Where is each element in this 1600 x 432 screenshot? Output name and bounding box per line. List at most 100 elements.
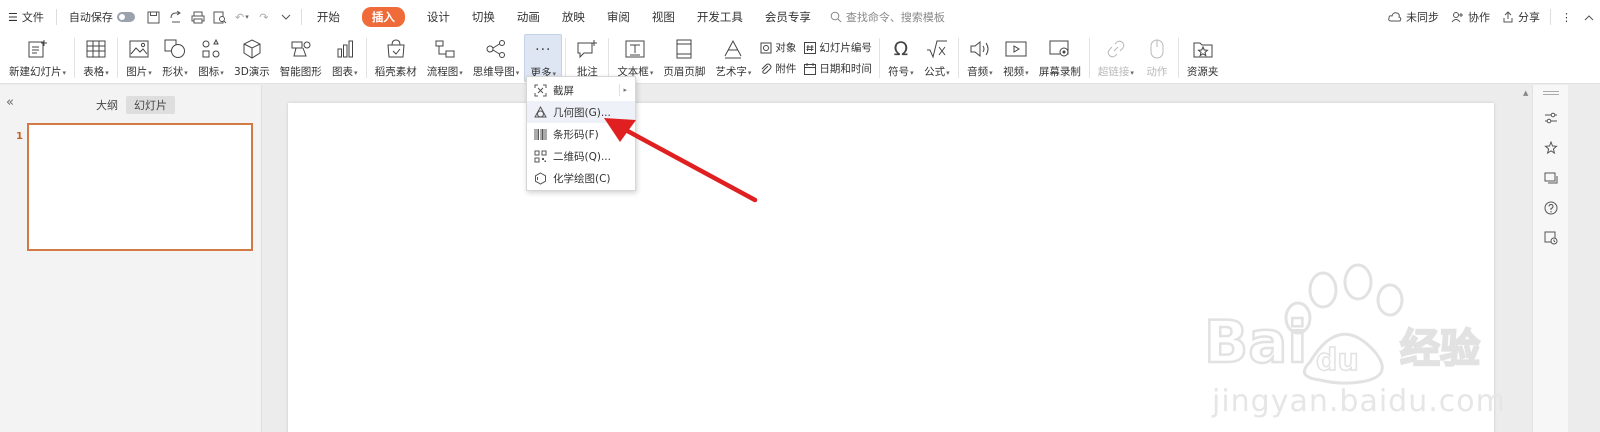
formula-icon (924, 36, 950, 62)
tab-developer[interactable]: 开发工具 (686, 0, 754, 34)
share-icon (1503, 11, 1513, 23)
flowchart-button[interactable]: 流程图▾ (422, 34, 468, 82)
tab-label: 设计 (426, 10, 450, 24)
star-folder-icon (1190, 36, 1216, 62)
table-button[interactable]: 表格▾ (78, 34, 114, 82)
save-icon[interactable] (143, 6, 165, 28)
smartart-button[interactable]: 智能图形 (275, 34, 327, 82)
table-label: 表格 (83, 66, 105, 78)
tab-member[interactable]: 会员专享 (754, 0, 822, 34)
tab-animations[interactable]: 动画 (506, 0, 551, 34)
tab-label: 视图 (651, 10, 675, 24)
3d-demo-button[interactable]: 3D演示 (229, 34, 275, 82)
tab-insert[interactable]: 插入 (351, 0, 416, 34)
menu-item-barcode[interactable]: 条形码(F) (527, 123, 635, 145)
backup-icon[interactable] (1540, 227, 1562, 249)
resources-label: 资源夹 (1186, 66, 1219, 78)
docer-label: 稻壳素材 (374, 66, 417, 78)
menu-item-label: 几何图(G)... (553, 106, 611, 119)
sync-button[interactable]: 未同步 (1382, 0, 1445, 34)
slide-thumbnail[interactable] (27, 123, 253, 251)
tab-slideshow[interactable]: 放映 (551, 0, 596, 34)
smartart-icon (288, 36, 314, 62)
wordart-button[interactable]: 艺术字▾ (710, 34, 756, 82)
collapse-pane-icon[interactable]: « (6, 95, 14, 110)
object-button[interactable]: 对象 (760, 40, 796, 55)
menu-item-geometry[interactable]: 几何图(G)... (527, 101, 635, 123)
audio-button[interactable]: 音频▾ (962, 34, 998, 82)
tab-view[interactable]: 视图 (641, 0, 686, 34)
slide-number-button[interactable]: 幻灯片编号 (804, 40, 872, 55)
slide-editor[interactable] (288, 103, 1494, 432)
tab-outline[interactable]: 大纲 (88, 96, 126, 114)
tab-label: 插入 (361, 7, 405, 27)
undo-icon[interactable]: ↶ ▾ (231, 6, 253, 28)
new-slide-button[interactable]: 新建幻灯片▾ (4, 34, 71, 82)
shape-button[interactable]: 形状▾ (157, 34, 193, 82)
divider (74, 38, 76, 78)
share-button[interactable]: 分享 (1496, 0, 1546, 34)
menu-item-screenshot[interactable]: 截屏 ▸ (527, 79, 635, 101)
hyperlink-button[interactable]: 超链接▾ (1093, 34, 1139, 82)
table-icon (83, 36, 109, 62)
collapse-ribbon-icon[interactable] (1578, 0, 1600, 34)
textbox-button[interactable]: 文本框▾ (612, 34, 658, 82)
file-menu-button[interactable]: ☰ 文件 (0, 0, 52, 34)
more-options-icon[interactable]: ⋮ (1555, 0, 1578, 34)
icon-button[interactable]: 图标▾ (193, 34, 229, 82)
formula-button[interactable]: 公式▾ (919, 34, 955, 82)
chevron-down-icon[interactable] (275, 6, 297, 28)
symbol-label: 符号 (888, 66, 910, 78)
picture-label: 图片 (126, 66, 148, 78)
more-button[interactable]: ··· 更多▾ (524, 34, 563, 82)
redo-icon[interactable]: ↷ (253, 6, 275, 28)
tab-label: 放映 (561, 10, 585, 24)
animation-pin-icon[interactable] (1540, 137, 1562, 159)
screen-record-button[interactable]: 屏幕录制 (1034, 34, 1086, 82)
chart-button[interactable]: 图表▾ (327, 34, 363, 82)
tab-label: 动画 (516, 10, 540, 24)
comment-button[interactable]: 批注 (569, 34, 605, 82)
menu-item-label: 截屏 (553, 84, 574, 97)
datetime-button[interactable]: 日期和时间 (804, 61, 872, 76)
omega-icon: Ω (893, 38, 909, 60)
autosave-toggle[interactable]: 自动保存 (61, 0, 143, 34)
menu-bar: ☰ 文件 自动保存 ↶ ▾ ↷ 开始 插入 设计 切换 动画 放映 审阅 视图 开… (0, 0, 1600, 34)
picture-button[interactable]: 图片▾ (121, 34, 157, 82)
calendar-icon (804, 62, 817, 75)
symbol-button[interactable]: Ω 符号▾ (883, 34, 919, 82)
tab-review[interactable]: 审阅 (596, 0, 641, 34)
attachment-button[interactable]: 附件 (760, 61, 796, 76)
resources-button[interactable]: 资源夹 (1182, 34, 1224, 82)
collab-button[interactable]: 协作 (1445, 0, 1496, 34)
sliders-icon[interactable] (1540, 107, 1562, 129)
tab-design[interactable]: 设计 (416, 0, 461, 34)
video-button[interactable]: 视频▾ (998, 34, 1034, 82)
menu-item-qrcode[interactable]: 二维码(Q)... (527, 145, 635, 167)
menu-item-chemistry[interactable]: 化学绘图(C) (527, 167, 635, 189)
vertical-scrollbar[interactable]: ▲ (1520, 85, 1532, 432)
screenshot-icon (533, 83, 547, 97)
hash-icon (804, 41, 817, 54)
header-footer-button[interactable]: 页眉页脚 (658, 34, 710, 82)
share-link-icon[interactable] (165, 6, 187, 28)
tab-slides[interactable]: 幻灯片 (126, 96, 175, 114)
tab-label: 审阅 (606, 10, 630, 24)
scroll-up-icon[interactable]: ▲ (1523, 89, 1528, 97)
docer-button[interactable]: 稻壳素材 (370, 34, 422, 82)
cube-icon (239, 36, 265, 62)
tab-transitions[interactable]: 切换 (461, 0, 506, 34)
command-search[interactable]: 查找命令、搜索模板 (830, 9, 945, 25)
slide-transition-icon[interactable] (1540, 167, 1562, 189)
header-footer-label: 页眉页脚 (663, 66, 706, 78)
tab-home[interactable]: 开始 (306, 0, 351, 34)
action-button[interactable]: 动作 (1139, 34, 1175, 82)
object-label: 对象 (775, 42, 797, 54)
print-icon[interactable] (187, 6, 209, 28)
mindmap-button[interactable]: 思维导图▾ (468, 34, 525, 82)
divider (55, 9, 57, 25)
divider (1088, 38, 1090, 78)
help-icon[interactable] (1540, 197, 1562, 219)
tab-label: 开发工具 (696, 10, 743, 24)
print-preview-icon[interactable] (209, 6, 231, 28)
